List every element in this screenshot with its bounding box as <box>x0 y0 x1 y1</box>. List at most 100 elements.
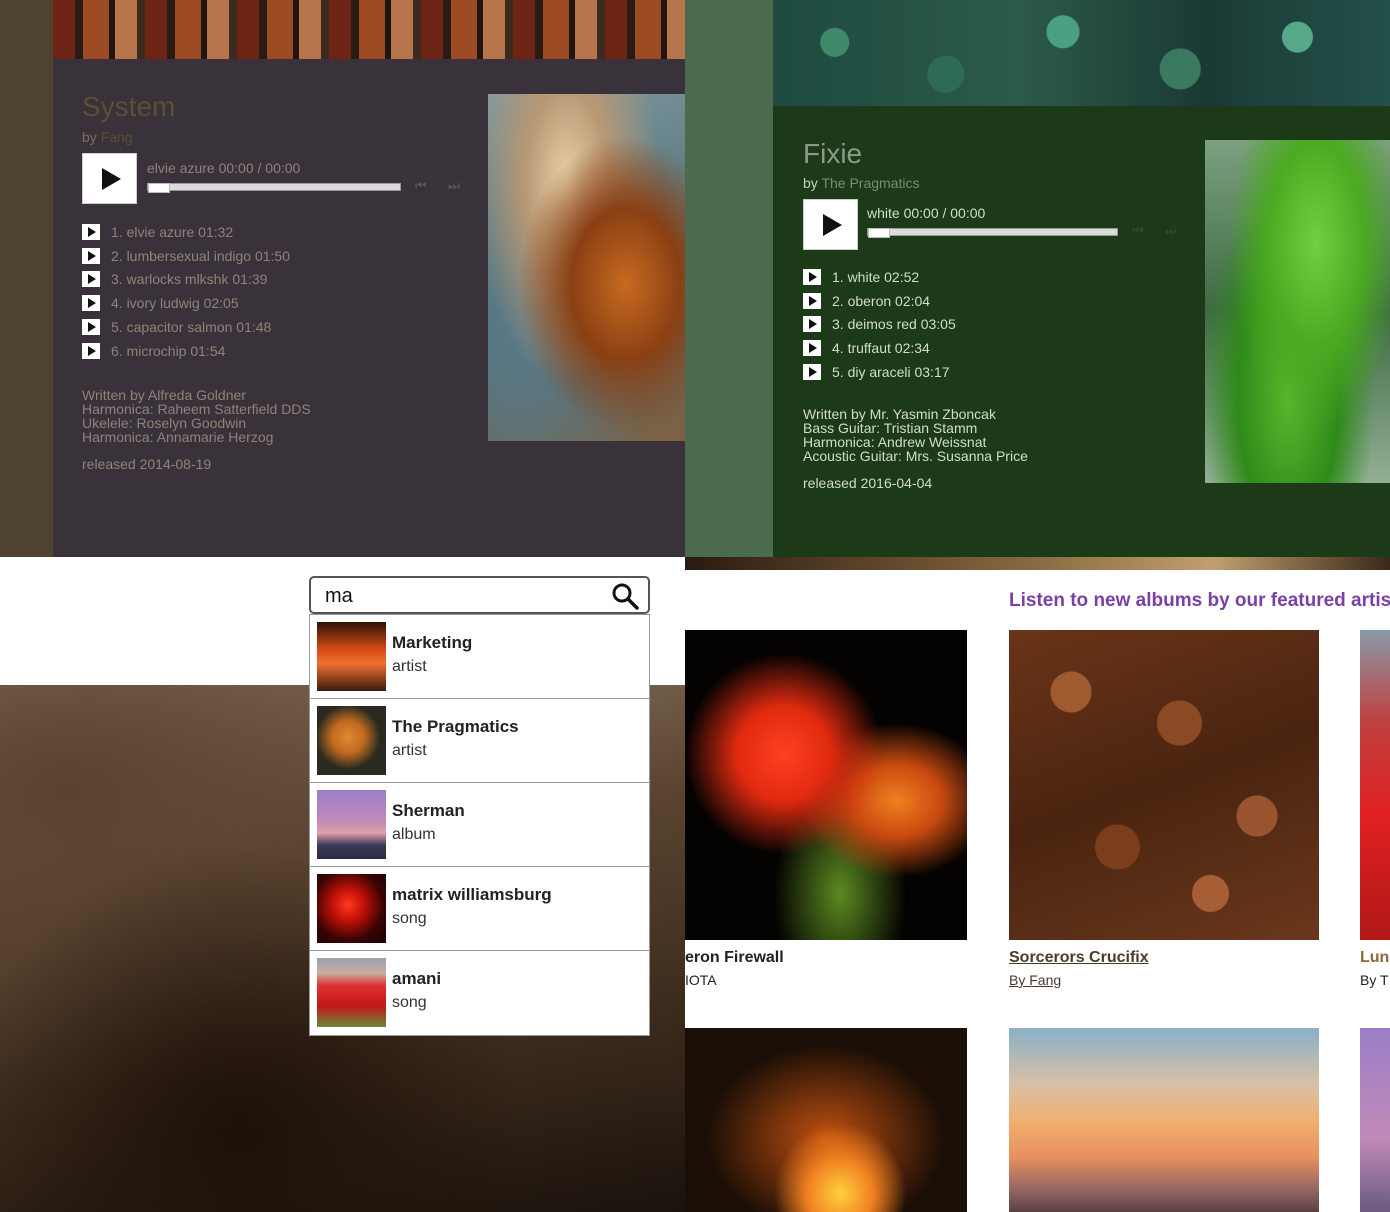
album-artist-link[interactable]: By Fang <box>1009 972 1061 988</box>
search-result-item[interactable]: amani song <box>310 951 649 1035</box>
track-label[interactable]: 5. capacitor salmon 01:48 <box>111 319 271 335</box>
track-label[interactable]: 1. white 02:52 <box>832 269 919 285</box>
prev-track-icon[interactable]: ⏮ <box>415 178 427 194</box>
featured-albums-panel: Listen to new albums by our featured art… <box>685 570 1390 1212</box>
credit-line: Harmonica: Raheem Satterfield DDS <box>82 401 311 417</box>
album-cover-image <box>1205 140 1390 483</box>
album-cover-image[interactable] <box>1360 1028 1390 1212</box>
now-playing-label: white 00:00 / 00:00 <box>867 205 986 221</box>
background-photo-strip <box>685 557 1390 570</box>
album-title-link[interactable]: Sorcerors Crucifix <box>1009 949 1149 967</box>
track-item[interactable]: 3. warlocks mlkshk 01:39 <box>82 268 290 292</box>
track-play-button[interactable] <box>82 271 100 288</box>
result-thumbnail <box>317 622 386 691</box>
next-track-icon[interactable]: ⏭ <box>1165 223 1177 239</box>
result-name: The Pragmatics <box>392 717 519 736</box>
track-label[interactable]: 1. elvie azure 01:32 <box>111 224 233 240</box>
album-cover-image[interactable] <box>685 630 967 940</box>
search-result-item[interactable]: Marketing artist <box>310 615 649 699</box>
track-play-button[interactable] <box>803 268 821 285</box>
credit-line: Harmonica: Annamarie Herzog <box>82 429 274 445</box>
search-result-item[interactable]: The Pragmatics artist <box>310 699 649 783</box>
album-cover-image[interactable] <box>1009 630 1319 940</box>
album-title[interactable]: Lun <box>1360 949 1389 967</box>
album-cover-image <box>488 94 685 441</box>
result-type: song <box>392 910 427 927</box>
search-results-list: Marketing artist The Pragmatics artist S… <box>309 614 650 1036</box>
progress-knob[interactable] <box>148 183 170 193</box>
search-result-item[interactable]: Sherman album <box>310 783 649 867</box>
play-icon <box>88 274 96 285</box>
track-play-button[interactable] <box>803 316 821 333</box>
track-item[interactable]: 4. truffaut 02:34 <box>803 336 956 360</box>
result-thumbnail <box>317 790 386 859</box>
album-byline: by The Pragmatics <box>803 175 919 191</box>
credit-line: Written by Alfreda Goldner <box>82 387 246 403</box>
album-artist[interactable]: By T <box>1360 972 1389 988</box>
album-cover-image[interactable] <box>1009 1028 1319 1212</box>
result-type: artist <box>392 742 427 759</box>
track-item[interactable]: 2. lumbersexual indigo 01:50 <box>82 244 290 268</box>
play-icon <box>88 226 96 237</box>
track-play-button[interactable] <box>82 223 100 240</box>
result-thumbnail <box>317 874 386 943</box>
play-icon <box>809 343 817 354</box>
play-icon <box>102 167 121 190</box>
track-item[interactable]: 6. microchip 01:54 <box>82 339 290 363</box>
result-name: amani <box>392 969 442 988</box>
track-label[interactable]: 6. microchip 01:54 <box>111 343 225 359</box>
track-item[interactable]: 2. oberon 02:04 <box>803 289 956 313</box>
search-input[interactable] <box>323 582 607 610</box>
track-item[interactable]: 5. diy araceli 03:17 <box>803 360 956 384</box>
album-artist[interactable]: IOTA <box>685 972 717 988</box>
by-prefix: by <box>82 129 97 145</box>
result-type: album <box>392 826 436 843</box>
header-photo <box>53 0 685 59</box>
play-icon <box>809 295 817 306</box>
progress-knob[interactable] <box>868 228 890 238</box>
search-result-item[interactable]: matrix williamsburg song <box>310 867 649 951</box>
search-box[interactable] <box>309 576 650 614</box>
artist-link[interactable]: The Pragmatics <box>821 175 919 191</box>
track-label[interactable]: 2. oberon 02:04 <box>832 293 930 309</box>
track-label[interactable]: 3. deimos red 03:05 <box>832 316 956 332</box>
track-play-button[interactable] <box>82 342 100 359</box>
album-title: System <box>82 91 176 122</box>
track-item[interactable]: 3. deimos red 03:05 <box>803 313 956 337</box>
album-title[interactable]: eron Firewall <box>685 949 784 967</box>
prev-track-icon[interactable]: ⏮ <box>1132 223 1144 239</box>
progress-bar[interactable] <box>867 228 1118 238</box>
play-button[interactable] <box>82 153 137 204</box>
track-play-button[interactable] <box>803 340 821 357</box>
by-prefix: by <box>803 175 818 191</box>
track-item[interactable]: 1. white 02:52 <box>803 265 956 289</box>
next-track-icon[interactable]: ⏭ <box>448 178 460 194</box>
album-cover-image[interactable] <box>1360 630 1390 940</box>
result-name: Marketing <box>392 633 473 652</box>
album-byline: by Fang <box>82 129 133 145</box>
play-icon <box>809 367 817 378</box>
credit-line: Bass Guitar: Tristian Stamm <box>803 420 978 436</box>
track-play-button[interactable] <box>82 319 100 336</box>
header-photo <box>773 0 1390 106</box>
track-item[interactable]: 1. elvie azure 01:32 <box>82 220 290 244</box>
track-play-button[interactable] <box>82 247 100 264</box>
track-label[interactable]: 3. warlocks mlkshk 01:39 <box>111 271 267 287</box>
album-cover-image[interactable] <box>685 1028 967 1212</box>
track-item[interactable]: 4. ivory ludwig 02:05 <box>82 291 290 315</box>
track-label[interactable]: 4. ivory ludwig 02:05 <box>111 295 239 311</box>
track-label[interactable]: 4. truffaut 02:34 <box>832 340 930 356</box>
track-label[interactable]: 5. diy araceli 03:17 <box>832 364 950 380</box>
result-thumbnail <box>317 706 386 775</box>
track-play-button[interactable] <box>803 364 821 381</box>
track-play-button[interactable] <box>803 292 821 309</box>
track-play-button[interactable] <box>82 295 100 312</box>
track-label[interactable]: 2. lumbersexual indigo 01:50 <box>111 248 290 264</box>
progress-bar[interactable] <box>147 183 401 193</box>
artist-link[interactable]: Fang <box>101 129 133 145</box>
play-icon <box>809 271 817 282</box>
play-button[interactable] <box>803 199 858 250</box>
search-icon[interactable] <box>611 582 639 610</box>
search-panel: Marketing artist The Pragmatics artist S… <box>0 557 685 1212</box>
track-item[interactable]: 5. capacitor salmon 01:48 <box>82 315 290 339</box>
